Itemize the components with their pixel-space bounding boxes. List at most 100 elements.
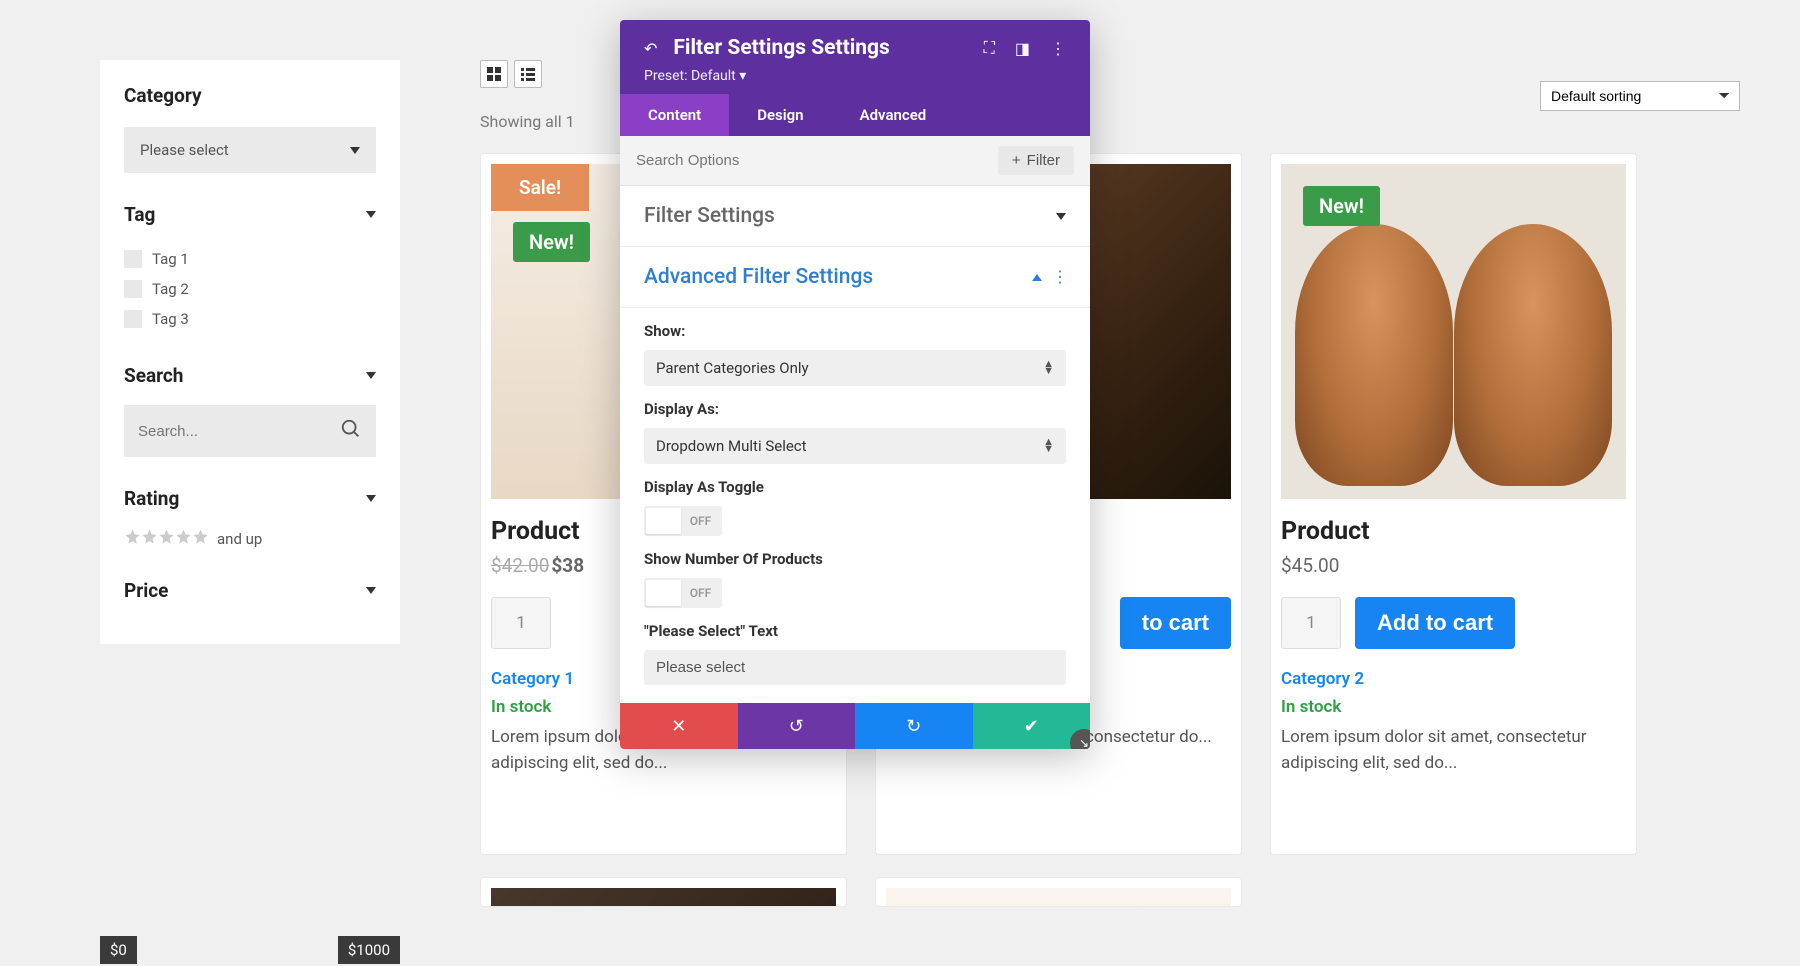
tag-checkbox[interactable]	[124, 250, 142, 268]
filter-settings-section-header[interactable]: Filter Settings	[620, 186, 1090, 247]
select-arrows-icon: ▲▼	[1043, 361, 1054, 374]
product-image[interactable]	[886, 888, 1231, 907]
search-title: Search	[124, 364, 183, 387]
display-as-toggle[interactable]: OFF	[644, 506, 722, 536]
sort-select[interactable]: Default sorting	[1540, 81, 1740, 111]
category-section: Category Please select	[124, 84, 376, 173]
add-filter-label: Filter	[1027, 152, 1060, 169]
modal-tabs: Content Design Advanced	[620, 94, 1090, 136]
category-select[interactable]: Please select	[124, 127, 376, 173]
add-to-cart-button[interactable]: to cart	[1120, 597, 1231, 649]
stock-status: In stock	[1281, 697, 1626, 717]
tag-title: Tag	[124, 203, 155, 226]
product-description: Lorem ipsum dolor sit amet, consectetur …	[1281, 725, 1626, 776]
field-label: "Please Select" Text	[644, 622, 1066, 640]
rating-header[interactable]: Rating	[124, 487, 376, 510]
filter-settings-modal: ↶ Filter Settings Settings ⛶ ◨ ⋮ Preset:…	[620, 20, 1090, 749]
price-min[interactable]: $0	[100, 936, 137, 964]
product-price: $45.00	[1281, 554, 1626, 577]
back-icon[interactable]: ↶	[644, 39, 657, 58]
category-select-placeholder: Please select	[140, 141, 229, 159]
preset-selector[interactable]: Preset: Default ▾	[644, 68, 1066, 84]
products-grid-row2	[480, 877, 1740, 907]
chevron-up-icon	[1032, 274, 1042, 281]
tag-checkbox[interactable]	[124, 310, 142, 328]
sale-badge: Sale!	[491, 164, 589, 211]
toggle-state: OFF	[681, 586, 720, 600]
tag-section: Tag Tag 1 Tag 2 Tag 3	[124, 203, 376, 334]
grid-view-button[interactable]	[480, 60, 508, 88]
tab-design[interactable]: Design	[729, 94, 831, 136]
category-title: Category	[124, 84, 376, 107]
redo-button[interactable]: ↻	[855, 703, 973, 749]
search-header[interactable]: Search	[124, 364, 376, 387]
tag-label: Tag 1	[152, 250, 189, 268]
rating-title: Rating	[124, 487, 179, 510]
undo-button[interactable]: ↺	[738, 703, 856, 749]
modal-header[interactable]: ↶ Filter Settings Settings ⛶ ◨ ⋮ Preset:…	[620, 20, 1090, 94]
toggle-knob	[646, 508, 681, 534]
tag-checkbox[interactable]	[124, 280, 142, 298]
qty-input[interactable]: 1	[491, 597, 551, 649]
toggle-state: OFF	[681, 514, 720, 528]
field-label: Show Number Of Products	[644, 550, 1066, 568]
close-button[interactable]: ✕	[620, 703, 738, 749]
chevron-down-icon	[366, 587, 376, 594]
display-as-select[interactable]: Dropdown Multi Select ▲▼	[644, 428, 1066, 464]
panel-icon[interactable]: ◨	[1015, 39, 1030, 58]
tag-item[interactable]: Tag 3	[124, 304, 376, 334]
qty-input[interactable]: 1	[1281, 597, 1341, 649]
chevron-down-icon	[366, 211, 376, 218]
rating-row[interactable]: and up	[124, 528, 376, 549]
product-image[interactable]	[491, 888, 836, 907]
category-link[interactable]: Category 2	[1281, 669, 1626, 689]
new-badge: New!	[513, 222, 590, 262]
search-icon[interactable]	[340, 418, 362, 444]
price-header[interactable]: Price	[124, 579, 376, 602]
product-title[interactable]: Product	[1281, 517, 1626, 546]
show-number-toggle[interactable]: OFF	[644, 578, 722, 608]
field-show-number: Show Number Of Products OFF	[620, 536, 1090, 608]
more-vertical-icon[interactable]: ⋮	[1052, 269, 1066, 285]
add-filter-button[interactable]: + Filter	[998, 146, 1074, 175]
btn-label: to cart	[1142, 610, 1209, 635]
tag-item[interactable]: Tag 2	[124, 274, 376, 304]
select-value: Dropdown Multi Select	[656, 437, 807, 455]
show-select[interactable]: Parent Categories Only ▲▼	[644, 350, 1066, 386]
advanced-filter-settings-section-header[interactable]: Advanced Filter Settings ⋮	[620, 247, 1090, 308]
search-input[interactable]	[138, 423, 317, 440]
tag-header[interactable]: Tag	[124, 203, 376, 226]
please-select-input[interactable]	[644, 650, 1066, 685]
list-view-button[interactable]	[514, 60, 542, 88]
rating-suffix: and up	[217, 530, 262, 548]
field-label: Show:	[644, 322, 1066, 340]
tag-label: Tag 2	[152, 280, 189, 298]
select-value: Parent Categories Only	[656, 359, 809, 377]
section-title: Filter Settings	[644, 204, 775, 228]
view-toggle	[480, 60, 575, 88]
search-options-bar: + Filter	[620, 136, 1090, 186]
check-icon: ✔	[1024, 716, 1039, 737]
field-show: Show: Parent Categories Only ▲▼	[620, 308, 1090, 386]
tab-content[interactable]: Content	[620, 94, 729, 136]
product-card	[480, 877, 847, 907]
plus-icon: +	[1012, 152, 1021, 169]
price-title: Price	[124, 579, 168, 602]
price-section: Price	[124, 579, 376, 602]
field-label: Display As:	[644, 400, 1066, 418]
product-image[interactable]: New!	[1281, 164, 1626, 499]
search-options-input[interactable]	[636, 152, 899, 169]
tag-item[interactable]: Tag 1	[124, 244, 376, 274]
price-range: $0 $1000	[100, 936, 400, 964]
expand-icon[interactable]: ⛶	[984, 38, 995, 58]
modal-footer: ✕ ↺ ↻ ✔	[620, 703, 1090, 749]
filter-sidebar: Category Please select Tag Tag 1 Tag 2 T…	[100, 60, 400, 644]
old-price: $42.00	[491, 554, 549, 577]
price-max[interactable]: $1000	[338, 936, 400, 964]
more-icon[interactable]: ⋮	[1050, 39, 1066, 58]
tab-advanced[interactable]: Advanced	[832, 94, 955, 136]
field-please-select: "Please Select" Text	[620, 608, 1090, 685]
redo-icon: ↻	[906, 716, 921, 737]
search-section: Search	[124, 364, 376, 457]
add-to-cart-button[interactable]: Add to cart	[1355, 597, 1515, 649]
